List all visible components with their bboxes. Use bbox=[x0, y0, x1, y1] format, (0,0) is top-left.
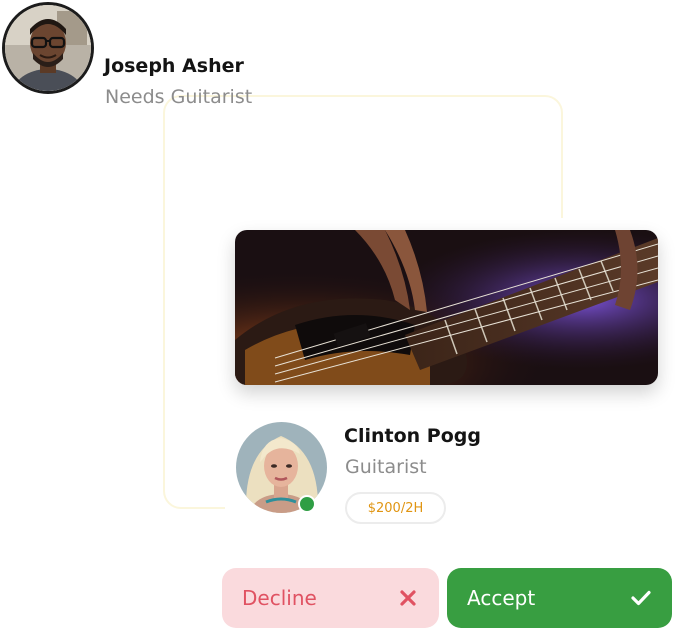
requester-name: Joseph Asher bbox=[104, 55, 244, 77]
accept-button[interactable]: Accept bbox=[447, 568, 672, 628]
musician-role: Guitarist bbox=[345, 456, 427, 478]
online-status-dot bbox=[298, 495, 316, 513]
check-icon bbox=[630, 587, 652, 609]
booking-request-screen: Joseph Asher Needs Guitarist Clinton Pog… bbox=[0, 0, 675, 628]
decline-button[interactable]: Decline bbox=[222, 568, 439, 628]
decline-label: Decline bbox=[242, 586, 317, 610]
musician-name: Clinton Pogg bbox=[344, 425, 481, 447]
price-badge: $200/2H bbox=[345, 492, 446, 524]
close-icon bbox=[397, 587, 419, 609]
requester-request-type: Needs Guitarist bbox=[105, 86, 253, 108]
requester-avatar[interactable] bbox=[2, 2, 94, 94]
musician-cover-image bbox=[235, 230, 658, 385]
accept-label: Accept bbox=[467, 586, 536, 610]
